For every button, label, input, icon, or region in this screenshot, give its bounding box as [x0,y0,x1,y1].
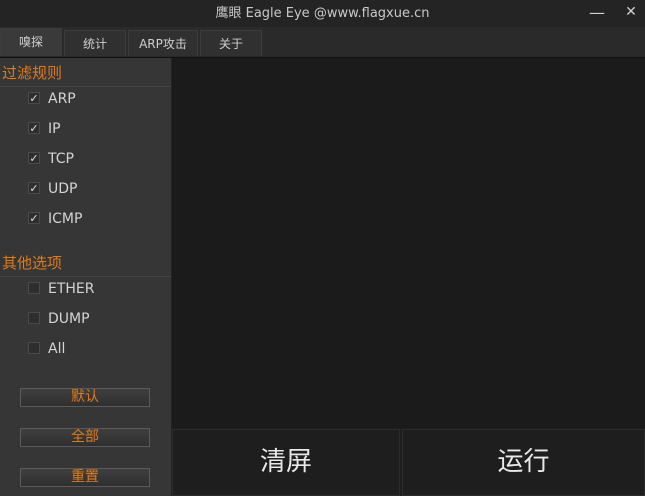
filter-label: TCP [48,151,74,167]
tab-bar: 嗅探 统计 ARP攻击 关于 [0,27,645,58]
tab-stats[interactable]: 统计 [64,30,126,56]
checkbox-checked-icon[interactable]: ✓ [28,182,40,194]
close-icon[interactable]: ✕ [616,0,645,27]
checkbox-unchecked-icon[interactable] [28,312,40,324]
option-label: All [48,341,66,357]
clear-screen-button[interactable]: 清屏 [172,429,400,496]
tab-about[interactable]: 关于 [200,30,262,56]
divider [0,86,171,87]
option-label: DUMP [48,311,90,327]
packet-output-area[interactable] [172,58,645,428]
select-all-button[interactable]: 全部 [20,428,150,447]
filter-label: ICMP [48,211,83,227]
window-title: 鹰眼 Eagle Eye @www.flagxue.cn [215,6,430,21]
sidebar: 过滤规则 ✓ ARP ✓ IP ✓ TCP ✓ UDP ✓ ICMP 其他选项 … [0,58,172,496]
other-options-title: 其他选项 [2,254,63,272]
filter-rules-title: 过滤规则 [2,64,63,82]
filter-label: IP [48,121,61,137]
run-button[interactable]: 运行 [402,429,645,496]
tab-arp-attack[interactable]: ARP攻击 [128,30,198,56]
reset-button[interactable]: 重置 [20,468,150,487]
title-bar: 鹰眼 Eagle Eye @www.flagxue.cn — ✕ [0,0,645,27]
checkbox-unchecked-icon[interactable] [28,342,40,354]
checkbox-unchecked-icon[interactable] [28,282,40,294]
checkbox-checked-icon[interactable]: ✓ [28,122,40,134]
checkbox-checked-icon[interactable]: ✓ [28,212,40,224]
tab-sniff[interactable]: 嗅探 [0,28,62,56]
filter-label: ARP [48,91,76,107]
minimize-icon[interactable]: — [582,0,612,27]
option-label: ETHER [48,281,95,297]
checkbox-checked-icon[interactable]: ✓ [28,152,40,164]
filter-label: UDP [48,181,78,197]
default-button[interactable]: 默认 [20,388,150,407]
checkbox-checked-icon[interactable]: ✓ [28,92,40,104]
